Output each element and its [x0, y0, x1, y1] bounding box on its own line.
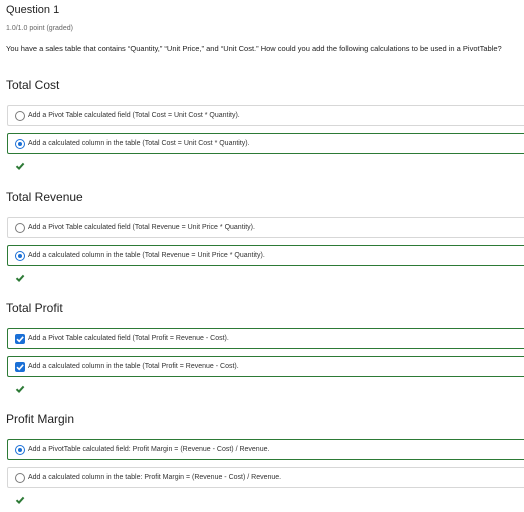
- check-icon: [15, 274, 25, 283]
- question-title: Question 1: [6, 4, 60, 16]
- section-title: Total Revenue: [6, 190, 83, 204]
- option-calculated-column[interactable]: Add a calculated column in the table: Pr…: [7, 467, 524, 488]
- option-pivot-field[interactable]: Add a PivotTable calculated field: Profi…: [7, 439, 524, 460]
- radio-button[interactable]: [15, 111, 25, 121]
- check-icon: [15, 496, 25, 505]
- option-calculated-column[interactable]: Add a calculated column in the table (To…: [7, 245, 524, 266]
- option-label: Add a Pivot Table calculated field (Tota…: [28, 335, 229, 342]
- option-pivot-field[interactable]: Add a Pivot Table calculated field (Tota…: [7, 217, 524, 238]
- check-icon: [15, 162, 25, 171]
- option-pivot-field[interactable]: Add a Pivot Table calculated field (Tota…: [7, 328, 524, 349]
- check-icon: [15, 385, 25, 394]
- option-label: Add a Pivot Table calculated field (Tota…: [28, 224, 255, 231]
- option-label: Add a calculated column in the table: Pr…: [28, 474, 282, 481]
- option-label: Add a calculated column in the table (To…: [28, 252, 265, 259]
- option-calculated-column[interactable]: Add a calculated column in the table (To…: [7, 133, 524, 154]
- option-label: Add a Pivot Table calculated field (Tota…: [28, 112, 240, 119]
- checkbox-checked[interactable]: [15, 362, 25, 372]
- section-title: Total Cost: [6, 78, 60, 92]
- option-calculated-column[interactable]: Add a calculated column in the table (To…: [7, 356, 524, 377]
- question-prompt: You have a sales table that contains “Qu…: [6, 44, 502, 53]
- radio-button-selected[interactable]: [15, 139, 25, 149]
- checkmark-icon: [16, 364, 24, 371]
- question-points: 1.0/1.0 point (graded): [6, 25, 73, 32]
- option-label: Add a calculated column in the table (To…: [28, 140, 250, 147]
- radio-button[interactable]: [15, 223, 25, 233]
- checkbox-checked[interactable]: [15, 334, 25, 344]
- option-label: Add a calculated column in the table (To…: [28, 363, 239, 370]
- radio-button-selected[interactable]: [15, 251, 25, 261]
- option-label: Add a PivotTable calculated field: Profi…: [28, 446, 270, 453]
- checkmark-icon: [16, 336, 24, 343]
- radio-button-selected[interactable]: [15, 445, 25, 455]
- section-title: Profit Margin: [6, 412, 75, 426]
- section-title: Total Profit: [6, 301, 63, 315]
- radio-button[interactable]: [15, 473, 25, 483]
- option-pivot-field[interactable]: Add a Pivot Table calculated field (Tota…: [7, 105, 524, 126]
